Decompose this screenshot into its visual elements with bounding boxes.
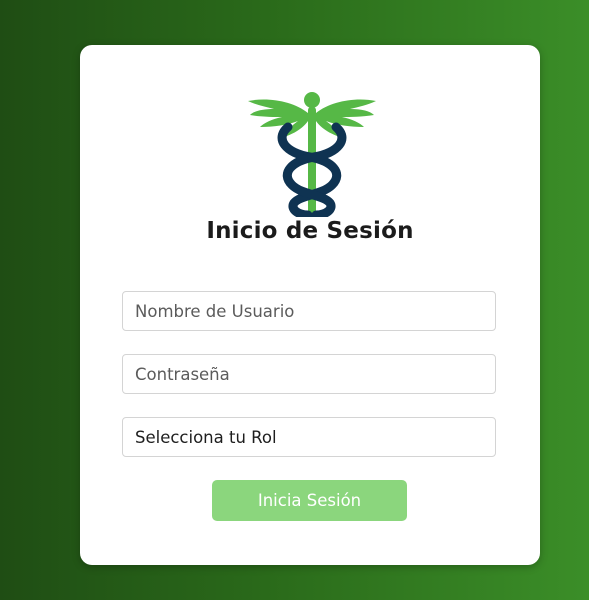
username-input[interactable] [122,291,496,331]
page-title: Inicio de Sesión [206,218,414,244]
login-card: Inicio de Sesión Selecciona tu Rol Inici… [80,45,540,565]
role-select[interactable]: Selecciona tu Rol [122,417,496,457]
role-select-value: Selecciona tu Rol [135,427,277,447]
login-button[interactable]: Inicia Sesión [212,480,407,521]
caduceus-icon [248,92,376,217]
password-input[interactable] [122,354,496,394]
